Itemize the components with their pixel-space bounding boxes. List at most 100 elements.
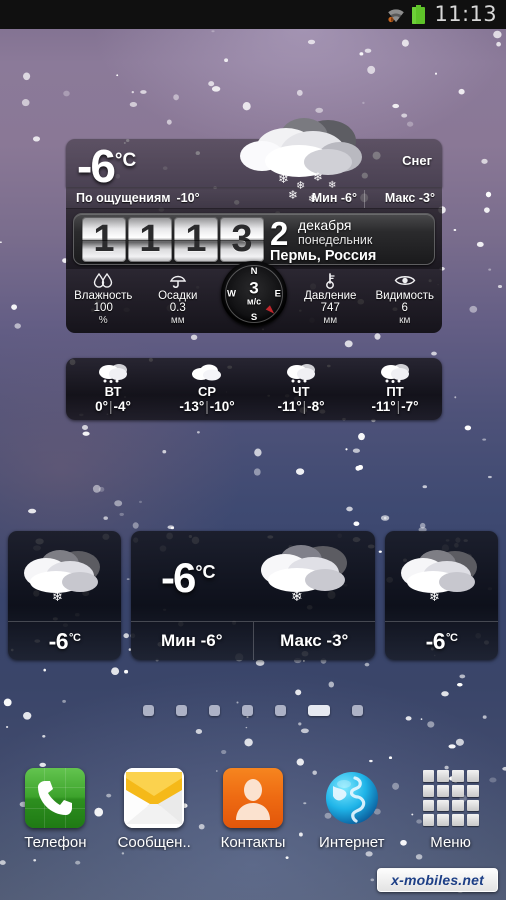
mini-widget-max: Макс -3° (280, 631, 349, 650)
weather-header[interactable]: -6°C Снег ❄ ❄ ❄ ❄ ❄ ❄ (66, 118, 442, 204)
browser-icon[interactable] (322, 768, 382, 828)
metric-label: Видимость (375, 290, 435, 302)
date-day-number: 2 (270, 215, 289, 252)
contacts-icon[interactable] (222, 768, 283, 828)
metric-precipitation: Осадки 0.3 мм (141, 269, 216, 327)
visibility-icon (368, 272, 443, 289)
app-grid-icon[interactable] (421, 768, 481, 828)
snow-cloud-icon: ❄ (24, 550, 100, 605)
feels-like: По ощущениям -10° (76, 191, 200, 205)
wind-speed-value: 3 (249, 278, 259, 298)
page-dot[interactable] (143, 704, 154, 716)
metric-unit: мм (323, 315, 338, 326)
status-bar-clock: 11:13 (434, 2, 497, 26)
page-dot[interactable] (176, 704, 187, 716)
dock-item-internet[interactable]: Интернет (306, 768, 398, 851)
snow-cloud-icon (66, 362, 160, 384)
clock-date-row[interactable]: 1 1 1 3 2 декабря понедельник Пермь, Рос… (66, 209, 442, 269)
metric-value: 747 (320, 302, 340, 314)
weather-widget[interactable]: -6°C Снег ❄ ❄ ❄ ❄ ❄ ❄ По ощущениям -10° … (66, 118, 443, 333)
max-temperature: Макс -3° (384, 191, 435, 205)
flip-clock[interactable]: 1 1 1 3 2 декабря понедельник Пермь, Рос… (73, 213, 435, 265)
battery-icon (411, 5, 426, 24)
page-dot[interactable] (275, 704, 286, 716)
dock-item-label: Меню (430, 834, 471, 851)
wifi-icon (386, 6, 406, 23)
clock-digit: 3 (220, 217, 264, 262)
message-icon[interactable] (124, 768, 185, 828)
forecast-day-name: ЧТ (292, 384, 310, 399)
clock-digits: 1 1 1 3 (82, 217, 264, 262)
page-dot[interactable] (352, 704, 363, 716)
mini-widget-temperature: -6°C (161, 554, 216, 601)
divider (364, 190, 365, 208)
forecast-temps: -11°|-8° (277, 399, 325, 414)
compass-east-label: E (274, 288, 281, 300)
cloud-icon (160, 362, 254, 384)
bottom-widget-row: ❄ -6°C -6°C ❄ Мин -6° Макс -3° ❄ -6°C (0, 531, 506, 660)
phone-icon[interactable] (25, 768, 86, 828)
current-temperature: -6°C (77, 140, 137, 192)
wind-compass: N S W E 3 м/с (221, 261, 287, 327)
dock-item-menu[interactable]: Меню (405, 768, 497, 851)
forecast-panel[interactable]: ВТ 0°|-4° СР -13°|-10° ЧТ -11°|-8° ПТ -1… (66, 358, 442, 420)
svg-text:❄: ❄ (429, 590, 440, 605)
page-indicator[interactable] (0, 700, 506, 720)
metric-label: Влажность (74, 290, 133, 302)
metric-visibility: Видимость 6 км (368, 269, 443, 327)
location-label: Пермь, Россия (270, 248, 377, 264)
weather-mini-widget-left[interactable]: ❄ -6°C (8, 531, 121, 660)
snow-cloud-icon (348, 362, 442, 384)
snowfall-overlay (0, 30, 506, 894)
page-dot[interactable] (308, 704, 330, 716)
min-temperature: Мин -6° (311, 191, 357, 205)
dock-item-phone[interactable]: Телефон (9, 768, 101, 851)
wind-speed: 3 м/с (246, 278, 262, 307)
pressure-icon (293, 272, 368, 289)
metric-pressure: Давление 747 мм (293, 269, 368, 327)
forecast-temps: -13°|-10° (179, 399, 235, 414)
forecast-day[interactable]: ЧТ -11°|-8° (254, 358, 348, 420)
svg-text:❄: ❄ (278, 172, 289, 187)
dock-item-label: Интернет (319, 834, 385, 851)
page-dot[interactable] (242, 704, 253, 716)
forecast-day[interactable]: ПТ -11°|-7° (348, 358, 442, 420)
compass-north-label: N (250, 266, 258, 277)
status-bar[interactable]: 11:13 (0, 0, 506, 29)
metric-value: 6 (401, 302, 408, 314)
forecast-day[interactable]: СР -13°|-10° (160, 358, 254, 420)
dock-item-contacts[interactable]: Контакты (207, 768, 299, 851)
forecast-temps: 0°|-4° (95, 399, 131, 414)
forecast-day[interactable]: ВТ 0°|-4° (66, 358, 160, 420)
mini-widget-footer: -6°C (385, 621, 498, 660)
clock-digit: 1 (82, 217, 126, 262)
metric-value: 100 (93, 302, 113, 314)
mini-widget-footer: Мин -6° Макс -3° (131, 621, 375, 660)
snow-cloud-icon: ❄ (401, 550, 477, 605)
dock: Телефон Сообщен.. Контакты Интернет Меню (0, 768, 506, 866)
metric-unit: км (399, 315, 411, 326)
mini-widget-temperature: -6°C (48, 627, 81, 654)
metric-label: Осадки (158, 290, 198, 302)
umbrella-icon (141, 272, 216, 289)
weather-mini-widget-center[interactable]: -6°C ❄ Мин -6° Макс -3° (131, 531, 375, 660)
humidity-icon (66, 272, 141, 289)
dock-item-label: Сообщен.. (117, 834, 191, 851)
clock-digit: 1 (174, 217, 218, 262)
date-block[interactable]: 2 декабря понедельник Пермь, Россия (270, 216, 440, 264)
page-dot[interactable] (209, 704, 220, 716)
weather-mini-widget-right[interactable]: ❄ -6°C (385, 531, 498, 660)
dock-item-messages[interactable]: Сообщен.. (108, 768, 200, 851)
forecast-day-name: ПТ (386, 384, 404, 399)
forecast-temps: -11°|-7° (371, 399, 419, 414)
weather-metrics-row: Влажность 100 % Осадки 0.3 мм N S W E 3 … (66, 261, 443, 333)
metric-unit: мм (170, 315, 185, 326)
snow-cloud-icon (254, 362, 348, 384)
dock-item-label: Контакты (220, 834, 286, 851)
watermark: x-mobiles.net (377, 868, 498, 892)
forecast-day-name: ВТ (104, 384, 122, 399)
metric-value: 0.3 (169, 302, 186, 314)
svg-text:❄: ❄ (313, 170, 323, 184)
wind-speed-unit: м/с (246, 296, 262, 307)
mini-widget-temperature: -6°C (425, 627, 458, 654)
